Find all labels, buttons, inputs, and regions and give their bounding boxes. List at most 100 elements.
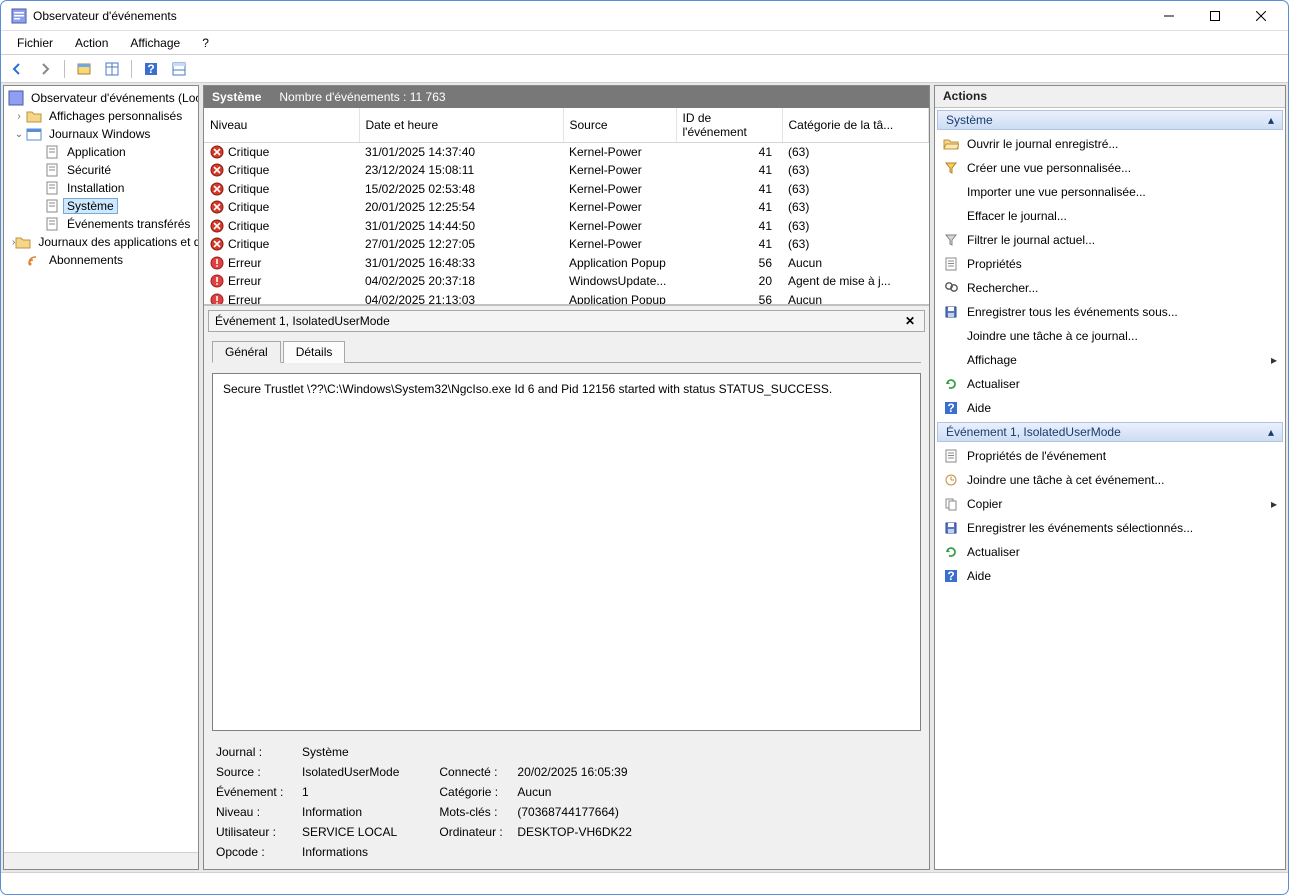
critical-icon [210, 163, 224, 177]
actions-group-system[interactable]: Système ▴ [937, 110, 1283, 130]
action-item[interactable]: Actualiser [935, 540, 1285, 564]
log-icon [44, 198, 60, 214]
action-item[interactable]: Actualiser [935, 372, 1285, 396]
expand-icon[interactable]: › [12, 111, 26, 122]
menu-file[interactable]: Fichier [7, 34, 63, 52]
tree-setup[interactable]: Installation [4, 179, 198, 197]
tab-details[interactable]: Détails [283, 341, 346, 363]
forward-button[interactable] [33, 58, 57, 80]
subscriptions-icon [26, 252, 42, 268]
action-item[interactable]: Joindre une tâche à ce journal... [935, 324, 1285, 348]
svg-text:?: ? [947, 401, 954, 415]
tree-root[interactable]: Observateur d'événements (Local) [4, 89, 198, 107]
tree-system[interactable]: Système [4, 197, 198, 215]
action-label: Créer une vue personnalisée... [967, 161, 1131, 175]
tree-forwarded[interactable]: Événements transférés [4, 215, 198, 233]
refresh-icon [943, 544, 959, 560]
action-label: Propriétés de l'événement [967, 449, 1106, 463]
collapse-icon: ▴ [1268, 425, 1274, 439]
col-id[interactable]: ID de l'événement [676, 108, 782, 143]
action-item[interactable]: Créer une vue personnalisée... [935, 156, 1285, 180]
tab-general[interactable]: Général [212, 341, 281, 363]
action-item[interactable]: Affichage▸ [935, 348, 1285, 372]
window-title: Observateur d'événements [33, 9, 1146, 23]
statusbar [1, 872, 1288, 894]
actions-group-event[interactable]: Événement 1, IsolatedUserMode ▴ [937, 422, 1283, 442]
event-grid[interactable]: Niveau Date et heure Source ID de l'évén… [204, 108, 929, 304]
folder-icon [26, 108, 42, 124]
action-label: Importer une vue personnalisée... [967, 185, 1146, 199]
action-item[interactable]: Propriétés [935, 252, 1285, 276]
log-icon [44, 216, 60, 232]
minimize-button[interactable] [1146, 1, 1192, 31]
action-label: Enregistrer tous les événements sous... [967, 305, 1178, 319]
event-properties: Journal :Système Source :IsolatedUserMod… [216, 745, 917, 859]
action-item[interactable]: Enregistrer les événements sélectionnés.… [935, 516, 1285, 540]
action-item[interactable]: Propriétés de l'événement [935, 444, 1285, 468]
table-row[interactable]: Critique23/12/2024 15:08:11Kernel-Power4… [204, 161, 929, 180]
toolbar-separator [131, 60, 132, 78]
table-row[interactable]: Critique15/02/2025 02:53:48Kernel-Power4… [204, 180, 929, 199]
tree-application[interactable]: Application [4, 143, 198, 161]
funnel-sm-icon [943, 232, 959, 248]
table-row[interactable]: Critique27/01/2025 12:27:05Kernel-Power4… [204, 235, 929, 254]
find-icon [943, 280, 959, 296]
extra-view-button[interactable] [167, 58, 191, 80]
tree-scrollbar[interactable] [4, 852, 198, 869]
critical-icon [210, 200, 224, 214]
action-item[interactable]: Filtrer le journal actuel... [935, 228, 1285, 252]
action-label: Enregistrer les événements sélectionnés.… [967, 521, 1193, 535]
menu-help[interactable]: ? [192, 34, 219, 52]
error-icon [210, 256, 224, 270]
action-item[interactable]: Copier▸ [935, 492, 1285, 516]
log-icon [44, 162, 60, 178]
tree-app-services[interactable]: › Journaux des applications et des servi… [4, 233, 198, 251]
col-category[interactable]: Catégorie de la tâ... [782, 108, 929, 143]
detail-tabs: Général Détails [212, 340, 921, 363]
col-level[interactable]: Niveau [204, 108, 359, 143]
critical-icon [210, 145, 224, 159]
close-detail-button[interactable]: ✕ [902, 313, 918, 329]
task-icon [943, 472, 959, 488]
center-pane: Système Nombre d'événements : 11 763 Niv… [203, 85, 930, 870]
maximize-button[interactable] [1192, 1, 1238, 31]
tree-subscriptions[interactable]: Abonnements [4, 251, 198, 269]
tree-custom-views[interactable]: › Affichages personnalisés [4, 107, 198, 125]
action-label: Rechercher... [967, 281, 1038, 295]
action-item[interactable]: Enregistrer tous les événements sous... [935, 300, 1285, 324]
refresh-icon [943, 376, 959, 392]
action-label: Aide [967, 569, 991, 583]
collapse-icon[interactable]: ⌄ [12, 129, 26, 140]
table-row[interactable]: Critique31/01/2025 14:44:50Kernel-Power4… [204, 217, 929, 236]
tree-windows-logs[interactable]: ⌄ Journaux Windows [4, 125, 198, 143]
action-item[interactable]: Importer une vue personnalisée... [935, 180, 1285, 204]
back-button[interactable] [5, 58, 29, 80]
error-icon [210, 293, 224, 304]
tree-security[interactable]: Sécurité [4, 161, 198, 179]
action-item[interactable]: Joindre une tâche à cet événement... [935, 468, 1285, 492]
table-row[interactable]: Critique20/01/2025 12:25:54Kernel-Power4… [204, 198, 929, 217]
menu-action[interactable]: Action [65, 34, 118, 52]
col-date[interactable]: Date et heure [359, 108, 563, 143]
table-row[interactable]: Critique31/01/2025 14:37:40Kernel-Power4… [204, 143, 929, 162]
winlogs-icon [26, 126, 42, 142]
menu-view[interactable]: Affichage [120, 34, 190, 52]
action-item[interactable]: Ouvrir le journal enregistré... [935, 132, 1285, 156]
action-item[interactable]: Effacer le journal... [935, 204, 1285, 228]
action-item[interactable]: ?Aide [935, 564, 1285, 588]
properties-view-button[interactable] [100, 58, 124, 80]
col-source[interactable]: Source [563, 108, 676, 143]
center-header: Système Nombre d'événements : 11 763 [204, 86, 929, 108]
action-item[interactable]: ?Aide [935, 396, 1285, 420]
table-row[interactable]: Erreur04/02/2025 20:37:18WindowsUpdate..… [204, 272, 929, 291]
close-button[interactable] [1238, 1, 1284, 31]
funnel-icon [943, 160, 959, 176]
collapse-icon: ▴ [1268, 113, 1274, 127]
table-row[interactable]: Erreur04/02/2025 21:13:03Application Pop… [204, 291, 929, 305]
show-hide-console-button[interactable] [72, 58, 96, 80]
table-row[interactable]: Erreur31/01/2025 16:48:33Application Pop… [204, 254, 929, 273]
action-item[interactable]: Rechercher... [935, 276, 1285, 300]
content-area: Observateur d'événements (Local) › Affic… [1, 83, 1288, 872]
submenu-arrow-icon: ▸ [1271, 353, 1277, 367]
help-button[interactable]: ? [139, 58, 163, 80]
